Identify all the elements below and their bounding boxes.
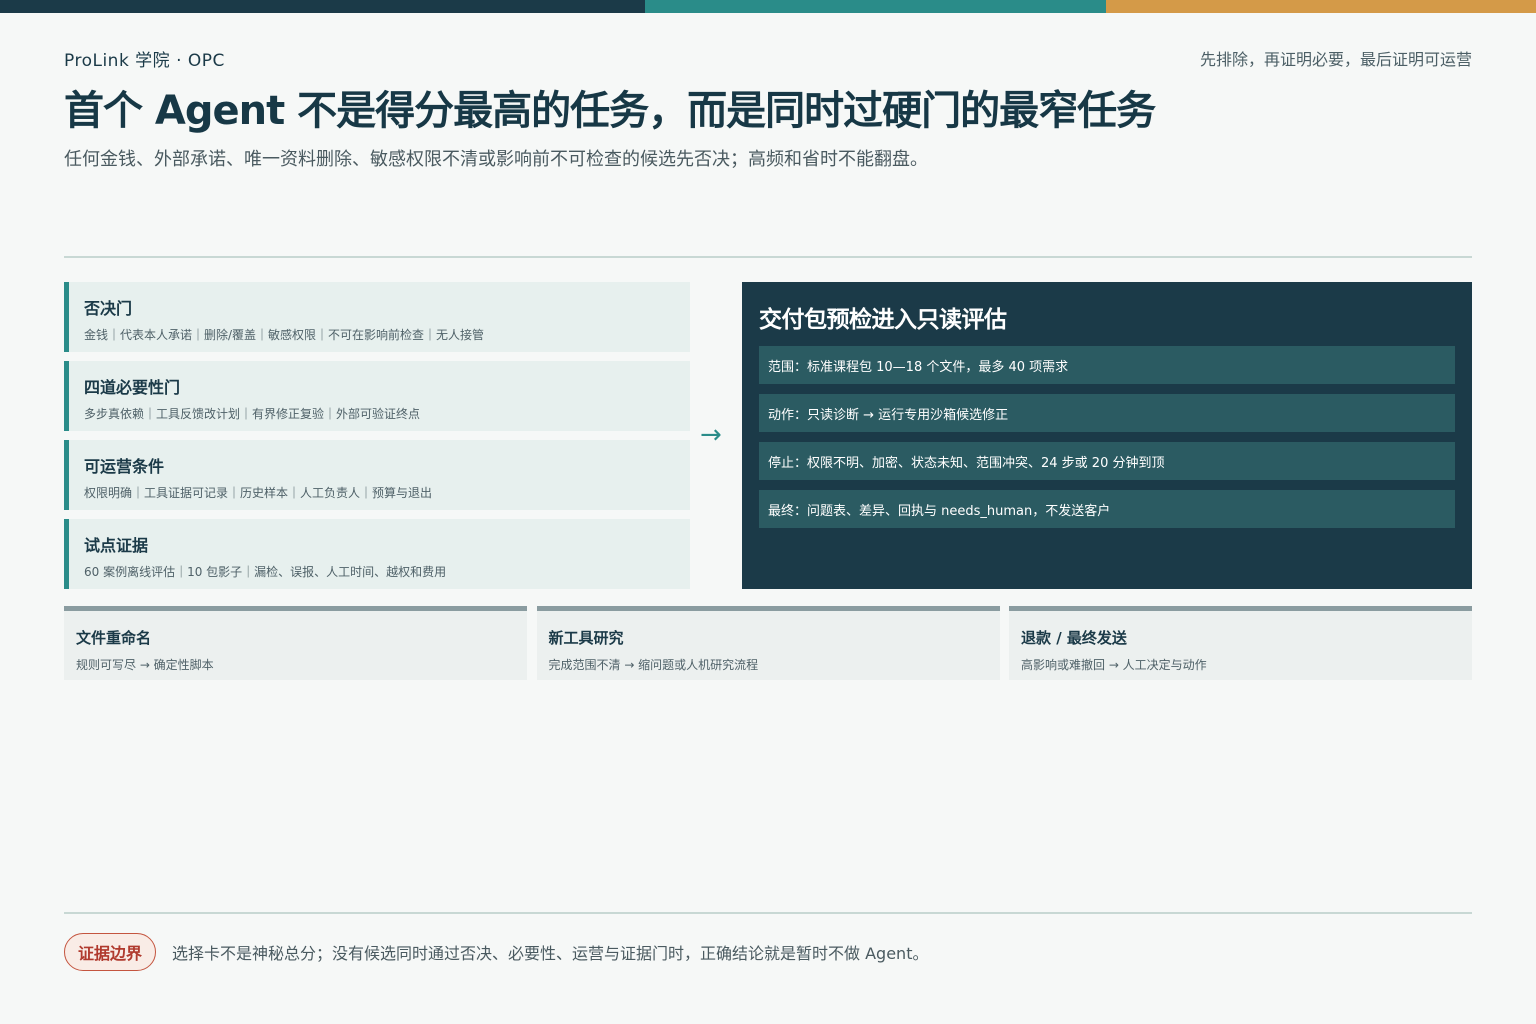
card-desc: 完成范围不清 → 缩问题或人机研究流程 xyxy=(548,658,759,672)
evidence-boundary-badge: 证据边界 xyxy=(64,933,157,971)
top-bar-teal-segment xyxy=(645,0,1106,13)
panel-title: 交付包预检进入只读评估 xyxy=(759,307,1007,333)
right-arrow-icon: → xyxy=(700,420,722,450)
gate-pilot-evidence: 试点证据 60 案例离线评估｜10 包影子｜漏检、误报、人工时间、越权和费用 xyxy=(64,519,690,589)
footer: 证据边界 选择卡不是神秘总分；没有候选同时通过否决、必要性、运营与证据门时，正确… xyxy=(64,933,928,971)
panel-row-final: 最终：问题表、差异、回执与 needs_human，不发送客户 xyxy=(759,490,1455,528)
gate-desc: 权限明确｜工具证据可记录｜历史样本｜人工负责人｜预算与退出 xyxy=(84,486,433,500)
card-title: 文件重命名 xyxy=(76,629,152,647)
counterexample-cards: 文件重命名 规则可写尽 → 确定性脚本 新工具研究 完成范围不清 → 缩问题或人… xyxy=(64,606,1472,680)
page-subtitle: 任何金钱、外部承诺、唯一资料删除、敏感权限不清或影响前不可检查的候选先否决；高频… xyxy=(64,149,928,170)
gate-necessity: 四道必要性门 多步真依赖｜工具反馈改计划｜有界修正复验｜外部可验证终点 xyxy=(64,361,690,431)
top-bar-amber-segment xyxy=(1106,0,1536,13)
card-refund-final-send: 退款 / 最终发送 高影响或难撤回 → 人工决定与动作 xyxy=(1009,606,1472,680)
gate-title: 四道必要性门 xyxy=(84,378,181,397)
header: ProLink 学院 · OPC 先排除，再证明必要，最后证明可运营 首个 Ag… xyxy=(64,46,1472,171)
panel-row-stop: 停止：权限不明、加密、状态未知、范围冲突、24 步或 20 分钟到顶 xyxy=(759,442,1455,480)
top-bar-navy-segment xyxy=(0,0,645,13)
gate-list: 否决门 金钱｜代表本人承诺｜删除/覆盖｜敏感权限｜不可在影响前检查｜无人接管 四… xyxy=(64,282,690,598)
card-title: 新工具研究 xyxy=(548,629,624,647)
top-divider xyxy=(64,256,1472,258)
card-title: 退款 / 最终发送 xyxy=(1021,629,1127,647)
gate-title: 否决门 xyxy=(84,299,133,318)
gate-title: 试点证据 xyxy=(84,536,149,555)
gate-operability: 可运营条件 权限明确｜工具证据可记录｜历史样本｜人工负责人｜预算与退出 xyxy=(64,440,690,510)
slogan: 先排除，再证明必要，最后证明可运营 xyxy=(1199,50,1472,69)
page-title: 首个 Agent 不是得分最高的任务，而是同时过硬门的最窄任务 xyxy=(64,88,1156,134)
result-panel: 交付包预检进入只读评估 范围：标准课程包 10—18 个文件，最多 40 项需求… xyxy=(742,282,1472,589)
gate-desc: 多步真依赖｜工具反馈改计划｜有界修正复验｜外部可验证终点 xyxy=(84,407,421,421)
card-desc: 高影响或难撤回 → 人工决定与动作 xyxy=(1021,658,1207,672)
panel-rows: 范围：标准课程包 10—18 个文件，最多 40 项需求 动作：只读诊断 → 运… xyxy=(759,346,1455,528)
card-desc: 规则可写尽 → 确定性脚本 xyxy=(76,658,214,672)
gate-veto: 否决门 金钱｜代表本人承诺｜删除/覆盖｜敏感权限｜不可在影响前检查｜无人接管 xyxy=(64,282,690,352)
top-color-bar xyxy=(0,0,1536,13)
bottom-divider xyxy=(64,912,1472,914)
gate-desc: 60 案例离线评估｜10 包影子｜漏检、误报、人工时间、越权和费用 xyxy=(84,565,447,579)
footer-text: 选择卡不是神秘总分；没有候选同时通过否决、必要性、运营与证据门时，正确结论就是暂… xyxy=(172,944,929,963)
card-file-rename: 文件重命名 规则可写尽 → 确定性脚本 xyxy=(64,606,527,680)
gate-title: 可运营条件 xyxy=(84,457,165,476)
panel-row-scope: 范围：标准课程包 10—18 个文件，最多 40 项需求 xyxy=(759,346,1455,384)
card-new-tool-research: 新工具研究 完成范围不清 → 缩问题或人机研究流程 xyxy=(536,606,1000,680)
gate-desc: 金钱｜代表本人承诺｜删除/覆盖｜敏感权限｜不可在影响前检查｜无人接管 xyxy=(84,328,485,342)
panel-row-action: 动作：只读诊断 → 运行专用沙箱候选修正 xyxy=(759,394,1455,432)
